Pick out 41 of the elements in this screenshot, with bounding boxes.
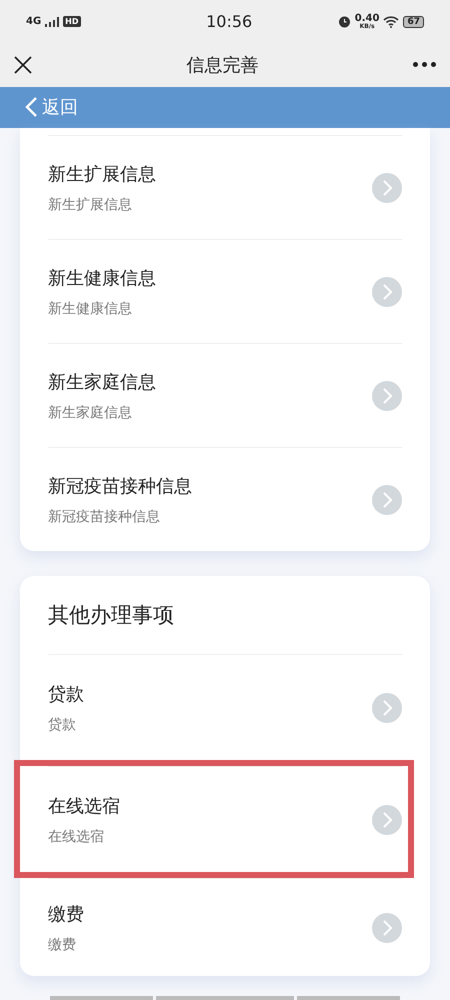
chevron-right-icon bbox=[372, 380, 402, 411]
close-icon[interactable] bbox=[14, 56, 32, 74]
chevron-right-icon bbox=[372, 276, 402, 307]
page-title: 信息完善 bbox=[186, 54, 258, 77]
item-title: 新冠疫苗接种信息 bbox=[48, 474, 192, 498]
list-item[interactable]: 新冠疫苗接种信息 新冠疫苗接种信息 bbox=[48, 447, 402, 552]
chevron-right-icon bbox=[372, 804, 402, 835]
item-title: 新生扩展信息 bbox=[48, 162, 156, 186]
list-item[interactable]: 新生健康信息 新生健康信息 bbox=[48, 239, 402, 344]
item-subtitle: 在线选宿 bbox=[48, 828, 105, 846]
list-item[interactable]: 在线选宿 在线选宿 bbox=[48, 766, 402, 872]
signal-icon bbox=[45, 16, 60, 27]
network-speed: 0.40 bbox=[354, 14, 380, 24]
item-subtitle: 新生健康信息 bbox=[48, 300, 133, 318]
item-subtitle: 新生家庭信息 bbox=[48, 404, 133, 422]
item-subtitle: 新生扩展信息 bbox=[48, 196, 133, 214]
more-icon[interactable] bbox=[413, 62, 436, 68]
list-item[interactable]: 新生家庭信息 新生家庭信息 bbox=[48, 343, 402, 448]
section-title: 其他办理事项 bbox=[48, 576, 402, 656]
item-subtitle: 缴费 bbox=[48, 936, 77, 954]
item-subtitle: 贷款 bbox=[48, 716, 77, 734]
item-title: 新生健康信息 bbox=[48, 266, 156, 290]
list-item[interactable]: 新生扩展信息 新生扩展信息 bbox=[48, 135, 402, 240]
chevron-right-icon bbox=[372, 912, 402, 943]
alarm-icon bbox=[338, 15, 351, 28]
battery-level: 67 bbox=[403, 16, 424, 28]
network-type: 4G bbox=[26, 16, 42, 27]
clock-time: 10:56 bbox=[206, 12, 252, 32]
chevron-right-icon bbox=[372, 172, 402, 203]
chevron-right-icon bbox=[372, 484, 402, 515]
item-title: 在线选宿 bbox=[48, 794, 120, 818]
chevron-left-icon bbox=[24, 96, 38, 118]
list-item[interactable]: 缴费 缴费 bbox=[48, 878, 402, 976]
item-title: 贷款 bbox=[48, 682, 84, 706]
item-title: 新生家庭信息 bbox=[48, 370, 156, 394]
item-title: 缴费 bbox=[48, 902, 84, 926]
chevron-right-icon bbox=[372, 692, 402, 723]
wifi-icon bbox=[383, 16, 400, 28]
item-subtitle: 新冠疫苗接种信息 bbox=[48, 508, 161, 526]
list-item[interactable]: 贷款 贷款 bbox=[48, 655, 402, 760]
hd-badge: HD bbox=[63, 16, 81, 28]
